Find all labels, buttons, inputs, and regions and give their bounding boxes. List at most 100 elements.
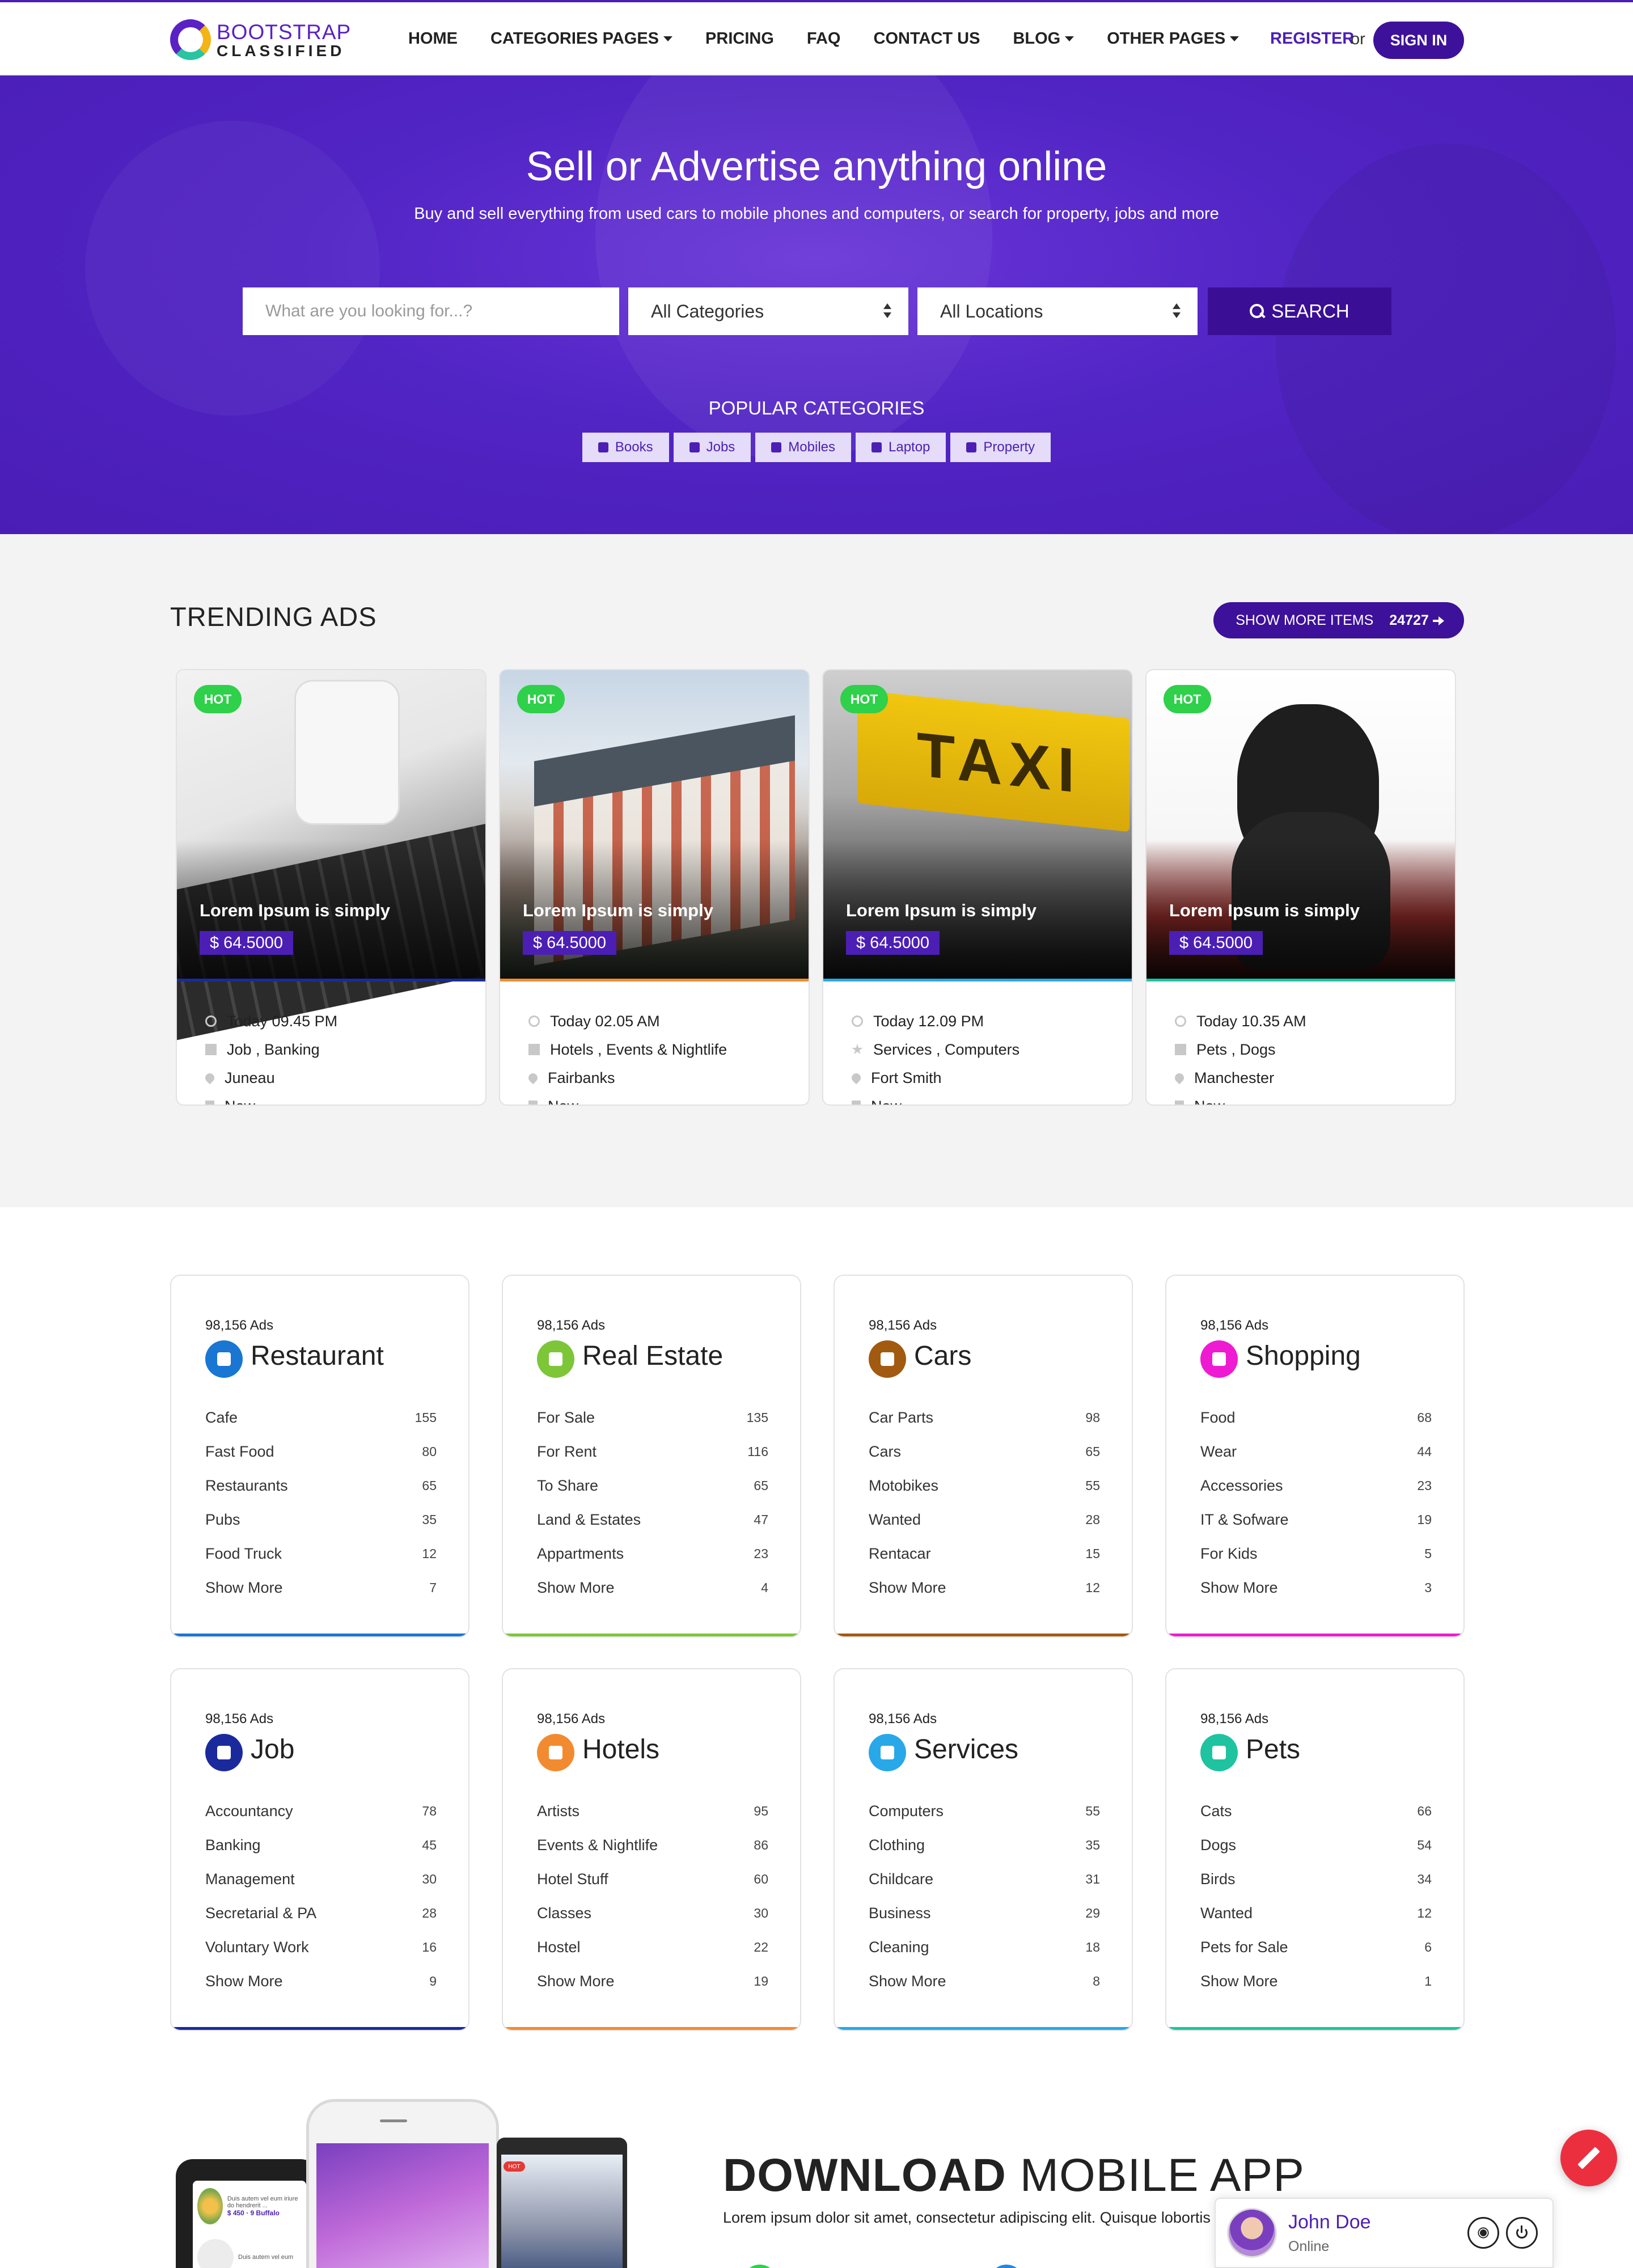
chat-user-name[interactable]: John Doe [1288, 2211, 1371, 2233]
category-list-item[interactable]: Cleaning 18 [869, 1930, 1100, 1964]
ad-category-text[interactable]: Services , Computers [873, 1041, 1019, 1059]
category-list-item[interactable]: Wear 44 [1200, 1435, 1432, 1469]
category-list-item[interactable]: Management 30 [205, 1862, 437, 1896]
category-card[interactable]: 98,156 Ads Services Computers 55 Clothing 35 C… [834, 1668, 1133, 2031]
category-list-item[interactable]: Cafe 155 [205, 1400, 437, 1435]
category-list-item[interactable]: Cats 66 [1200, 1794, 1432, 1828]
ad-category-text[interactable]: Hotels , Events & Nightlife [550, 1041, 727, 1059]
show-more-link[interactable]: Show More 8 [869, 1964, 1100, 1998]
ad-card[interactable]: HOT Lorem Ipsum is simply $ 64.5000 Toda… [499, 669, 810, 1106]
category-card[interactable]: 98,156 Ads Hotels Artists 95 Events & Nightl… [502, 1668, 801, 2031]
show-more-items-button[interactable]: SHOW MORE ITEMS 24727 [1213, 602, 1464, 638]
show-more-link[interactable]: Show More 3 [1200, 1571, 1432, 1605]
ad-card[interactable]: HOT Lorem Ipsum is simply $ 64.5000 Toda… [176, 669, 486, 1106]
avatar[interactable] [1227, 2208, 1277, 2258]
category-list-item[interactable]: Accountancy 78 [205, 1794, 437, 1828]
app-store-icon[interactable] [989, 2265, 1023, 2268]
category-list-item[interactable]: Business 29 [869, 1896, 1100, 1930]
category-title[interactable]: Job [251, 1734, 294, 1765]
register-link[interactable]: REGISTER [1270, 29, 1354, 48]
nav-contact-us[interactable]: CONTACT US [874, 29, 980, 48]
power-button[interactable] [1506, 2217, 1538, 2249]
category-list-item[interactable]: Appartments 23 [537, 1537, 768, 1571]
show-more-link[interactable]: Show More 19 [537, 1964, 768, 1998]
category-list-item[interactable]: For Sale 135 [537, 1400, 768, 1435]
category-list-item[interactable]: For Rent 116 [537, 1435, 768, 1469]
nav-faq[interactable]: FAQ [807, 29, 841, 48]
category-card[interactable]: 98,156 Ads Restaurant Cafe 155 Fast Food 80 Re… [170, 1275, 469, 1637]
category-title[interactable]: Services [914, 1734, 1018, 1765]
category-title[interactable]: Restaurant [251, 1340, 384, 1372]
category-list-item[interactable]: Motobikes 55 [869, 1469, 1100, 1503]
category-list-item[interactable]: Wanted 12 [1200, 1896, 1432, 1930]
location-select[interactable]: All Locations [917, 287, 1198, 335]
popular-chip-mobiles[interactable]: Mobiles [755, 433, 851, 462]
category-list-item[interactable]: Land & Estates 47 [537, 1503, 768, 1537]
category-list-item[interactable]: Pubs 35 [205, 1503, 437, 1537]
show-more-link[interactable]: Show More 12 [869, 1571, 1100, 1605]
category-card[interactable]: 98,156 Ads Real Estate For Sale 135 For Rent… [502, 1275, 801, 1637]
category-list-item[interactable]: Accessories 23 [1200, 1469, 1432, 1503]
category-list-item[interactable]: Food Truck 12 [205, 1537, 437, 1571]
category-card[interactable]: 98,156 Ads Job Accountancy 78 Banking 45 Manag… [170, 1668, 469, 2031]
ad-category-text[interactable]: Pets , Dogs [1196, 1041, 1276, 1059]
ad-title[interactable]: Lorem Ipsum is simply [1169, 900, 1360, 921]
category-list-item[interactable]: For Kids 5 [1200, 1537, 1432, 1571]
sign-in-button[interactable]: SIGN IN [1373, 22, 1464, 59]
category-card[interactable]: 98,156 Ads Pets Cats 66 Dogs 54 Birds 34 Wanted 1… [1165, 1668, 1465, 2031]
popular-chip-books[interactable]: Books [582, 433, 669, 462]
nav-other-pages[interactable]: OTHER PAGES [1107, 29, 1239, 48]
category-list-item[interactable]: Voluntary Work 16 [205, 1930, 437, 1964]
ad-category-text[interactable]: Job , Banking [227, 1041, 320, 1059]
category-list-item[interactable]: To Share 65 [537, 1469, 768, 1503]
nav-categories-pages[interactable]: CATEGORIES PAGES [490, 29, 673, 48]
brand-logo[interactable]: BOOTSTRAP CLASSIFIED [170, 19, 350, 60]
category-list-item[interactable]: Childcare 31 [869, 1862, 1100, 1896]
ad-title[interactable]: Lorem Ipsum is simply [523, 900, 713, 921]
category-list-item[interactable]: Restaurants 65 [205, 1469, 437, 1503]
show-more-link[interactable]: Show More 7 [205, 1571, 437, 1605]
chat-widget[interactable]: John Doe Online [1215, 2198, 1554, 2268]
category-list-item[interactable]: Car Parts 98 [869, 1400, 1100, 1435]
category-list-item[interactable]: Dogs 54 [1200, 1828, 1432, 1862]
nav-pricing[interactable]: PRICING [705, 29, 774, 48]
show-more-link[interactable]: Show More 9 [205, 1964, 437, 1998]
category-title[interactable]: Pets [1246, 1734, 1300, 1765]
category-card[interactable]: 98,156 Ads Shopping Food 68 Wear 44 Accessorie… [1165, 1275, 1465, 1637]
ad-card[interactable]: HOT Lorem Ipsum is simply $ 64.5000 Toda… [822, 669, 1133, 1106]
popular-chip-property[interactable]: Property [950, 433, 1051, 462]
ad-title[interactable]: Lorem Ipsum is simply [846, 900, 1037, 921]
category-list-item[interactable]: Hotel Stuff 60 [537, 1862, 768, 1896]
category-card[interactable]: 98,156 Ads Cars Car Parts 98 Cars 65 Motobikes… [834, 1275, 1133, 1637]
category-title[interactable]: Cars [914, 1340, 971, 1372]
category-list-item[interactable]: Food 68 [1200, 1400, 1432, 1435]
category-list-item[interactable]: Birds 34 [1200, 1862, 1432, 1896]
popular-chip-jobs[interactable]: Jobs [673, 433, 751, 462]
category-list-item[interactable]: Computers 55 [869, 1794, 1100, 1828]
popular-chip-laptop[interactable]: Laptop [856, 433, 946, 462]
settings-button[interactable] [1467, 2217, 1499, 2249]
category-list-item[interactable]: Cars 65 [869, 1435, 1100, 1469]
category-list-item[interactable]: Fast Food 80 [205, 1435, 437, 1469]
search-button[interactable]: SEARCH [1208, 287, 1391, 335]
category-list-item[interactable]: IT & Sofware 19 [1200, 1503, 1432, 1537]
show-more-link[interactable]: Show More 1 [1200, 1964, 1432, 1998]
show-more-link[interactable]: Show More 4 [537, 1571, 768, 1605]
category-list-item[interactable]: Events & Nightlife 86 [537, 1828, 768, 1862]
category-list-item[interactable]: Secretarial & PA 28 [205, 1896, 437, 1930]
category-title[interactable]: Real Estate [582, 1340, 723, 1372]
search-input[interactable] [243, 287, 619, 335]
category-list-item[interactable]: Clothing 35 [869, 1828, 1100, 1862]
category-select[interactable]: All Categories [628, 287, 908, 335]
google-play-icon[interactable] [743, 2265, 777, 2268]
category-list-item[interactable]: Hostel 22 [537, 1930, 768, 1964]
post-ad-fab-button[interactable] [1560, 2130, 1617, 2186]
category-list-item[interactable]: Artists 95 [537, 1794, 768, 1828]
nav-home[interactable]: HOME [408, 29, 458, 48]
category-title[interactable]: Shopping [1246, 1340, 1361, 1372]
category-list-item[interactable]: Rentacar 15 [869, 1537, 1100, 1571]
category-title[interactable]: Hotels [582, 1734, 659, 1765]
category-list-item[interactable]: Classes 30 [537, 1896, 768, 1930]
category-list-item[interactable]: Pets for Sale 6 [1200, 1930, 1432, 1964]
ad-card[interactable]: HOT Lorem Ipsum is simply $ 64.5000 Toda… [1145, 669, 1456, 1106]
